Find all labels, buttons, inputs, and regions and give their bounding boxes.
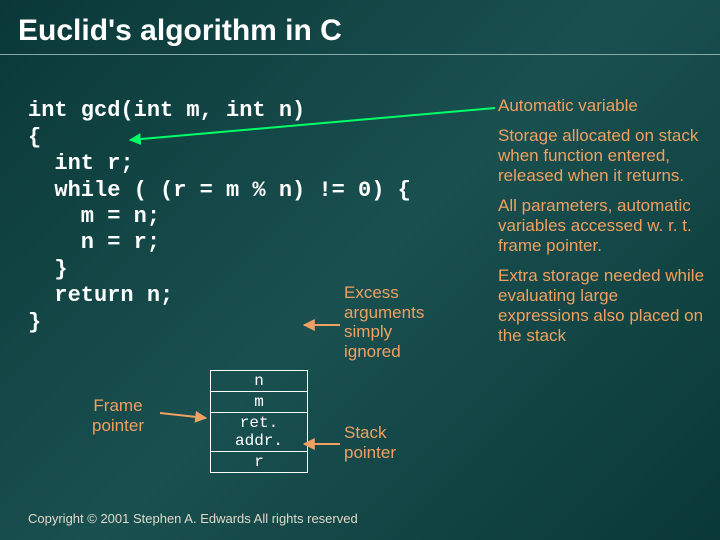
text-line: ignored [344,342,401,361]
annotation-storage: Storage allocated on stack when function… [498,126,708,186]
code-line: n = r; [28,230,160,255]
stack-cell-r: r [211,452,308,473]
code-line: while ( (r = m % n) != 0) { [28,178,411,203]
code-line: } [28,257,68,282]
annotation-auto-variable: Automatic variable [498,96,708,116]
code-line: } [28,310,41,335]
code-line: m = n; [28,204,160,229]
text-line: Excess [344,283,399,302]
annotation-extra-storage: Extra storage needed while evaluating la… [498,266,708,346]
stack-cell-n: n [211,371,308,392]
stack-frame-table: n m ret. addr. r [210,370,308,473]
excess-arguments-label: Excess arguments simply ignored [344,283,424,361]
text-line: pointer [92,416,144,435]
code-line: return n; [28,283,173,308]
text-line: arguments [344,303,424,322]
annotation-parameters: All parameters, automatic variables acce… [498,196,708,256]
stack-cell-m: m [211,392,308,413]
frame-pointer-label: Frame pointer [92,396,144,435]
stack-pointer-label: Stack pointer [344,423,396,462]
text-line: pointer [344,443,396,462]
arrow-frame-pointer [160,413,206,418]
text-line: simply [344,322,392,341]
slide-title: Euclid's algorithm in C [0,0,720,54]
title-underline [0,54,720,55]
code-line: int r; [28,151,134,176]
stack-cell-ret-addr: ret. addr. [211,413,308,452]
text-line: Stack [344,423,387,442]
copyright-text: Copyright © 2001 Stephen A. Edwards All … [28,511,358,526]
code-line: int gcd(int m, int n) [28,98,305,123]
annotations-column: Automatic variable Storage allocated on … [498,96,708,357]
code-line: { [28,125,41,150]
text-line: Frame [93,396,142,415]
